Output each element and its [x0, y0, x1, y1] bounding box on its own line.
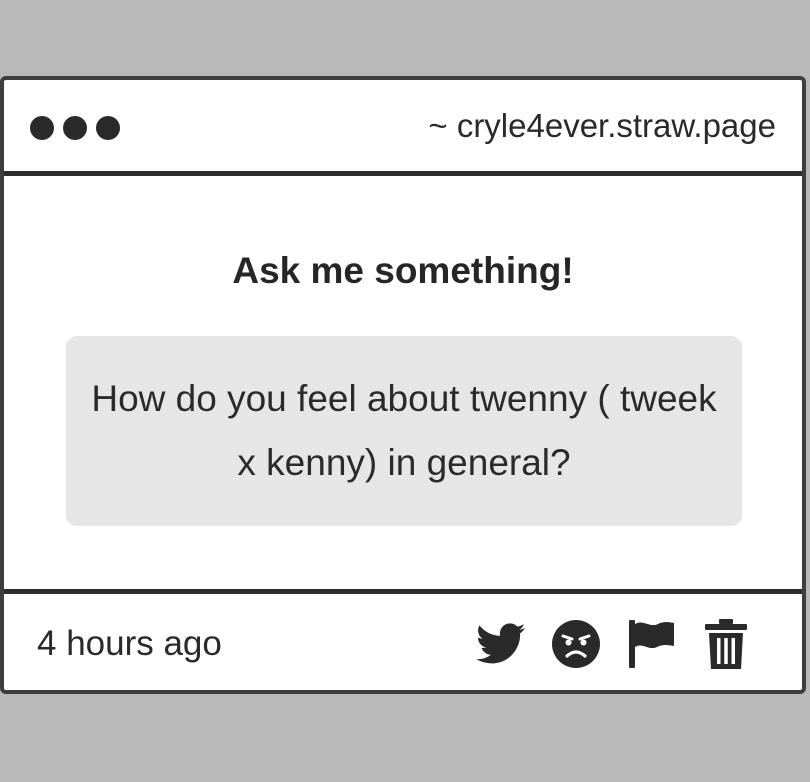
timestamp: 4 hours ago	[37, 624, 222, 663]
question-text: How do you feel about twenny ( tweek x k…	[91, 378, 717, 483]
window-titlebar: ~ cryle4ever.straw.page	[4, 80, 802, 176]
delete-button[interactable]	[700, 618, 752, 670]
window-dot-icon[interactable]	[30, 116, 54, 140]
window-dot-icon[interactable]	[96, 116, 120, 140]
window-controls	[30, 116, 120, 140]
ask-card: ~ cryle4ever.straw.page Ask me something…	[0, 76, 806, 694]
card-footer: 4 hours ago	[4, 589, 802, 690]
angry-face-icon	[552, 620, 600, 668]
trash-icon	[705, 619, 747, 669]
react-button[interactable]	[550, 618, 602, 670]
question-box: How do you feel about twenny ( tweek x k…	[66, 336, 742, 526]
page-title: Ask me something!	[232, 250, 574, 291]
action-bar	[475, 618, 752, 670]
share-twitter-button[interactable]	[475, 618, 527, 670]
page-url: ~ cryle4ever.straw.page	[428, 107, 776, 144]
twitter-icon	[476, 623, 526, 664]
report-button[interactable]	[625, 618, 677, 670]
flag-icon	[629, 620, 674, 668]
question-panel: Ask me something! How do you feel about …	[4, 176, 802, 589]
window-dot-icon[interactable]	[63, 116, 87, 140]
